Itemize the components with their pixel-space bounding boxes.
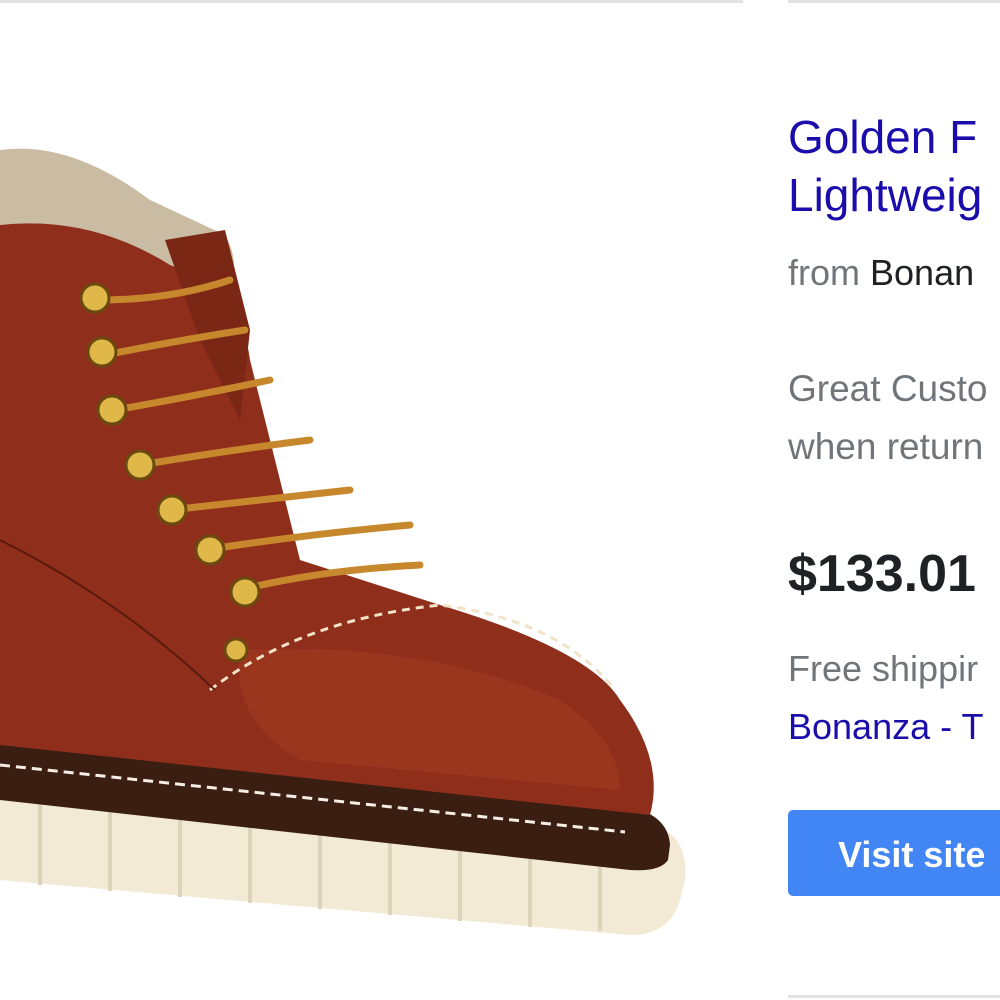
product-info-panel: Golden F Lightweig from Bonan Great Cust… [788,0,1000,1000]
product-snippet: Great Custo when return [788,360,987,476]
visit-site-button[interactable]: Visit site [788,810,1000,896]
merchant-line: from Bonan [788,252,974,294]
merchant-name: Bonan [870,252,975,293]
product-title-line-2[interactable]: Lightweig [788,166,1000,224]
store-link[interactable]: Bonanza - T [788,706,983,748]
product-title-link[interactable]: Golden F Lightweig [788,108,1000,224]
product-title-line-1[interactable]: Golden F [788,108,1000,166]
visit-site-label: Visit site [838,834,986,875]
snippet-line-1: Great Custo [788,368,988,409]
product-price: $133.01 [788,545,976,603]
bottom-divider [788,995,1000,998]
shipping-info: Free shippir [788,648,979,689]
merchant-prefix: from [788,252,860,293]
snippet-line-2: when return [788,426,984,467]
work-boot-image[interactable] [0,0,743,1000]
